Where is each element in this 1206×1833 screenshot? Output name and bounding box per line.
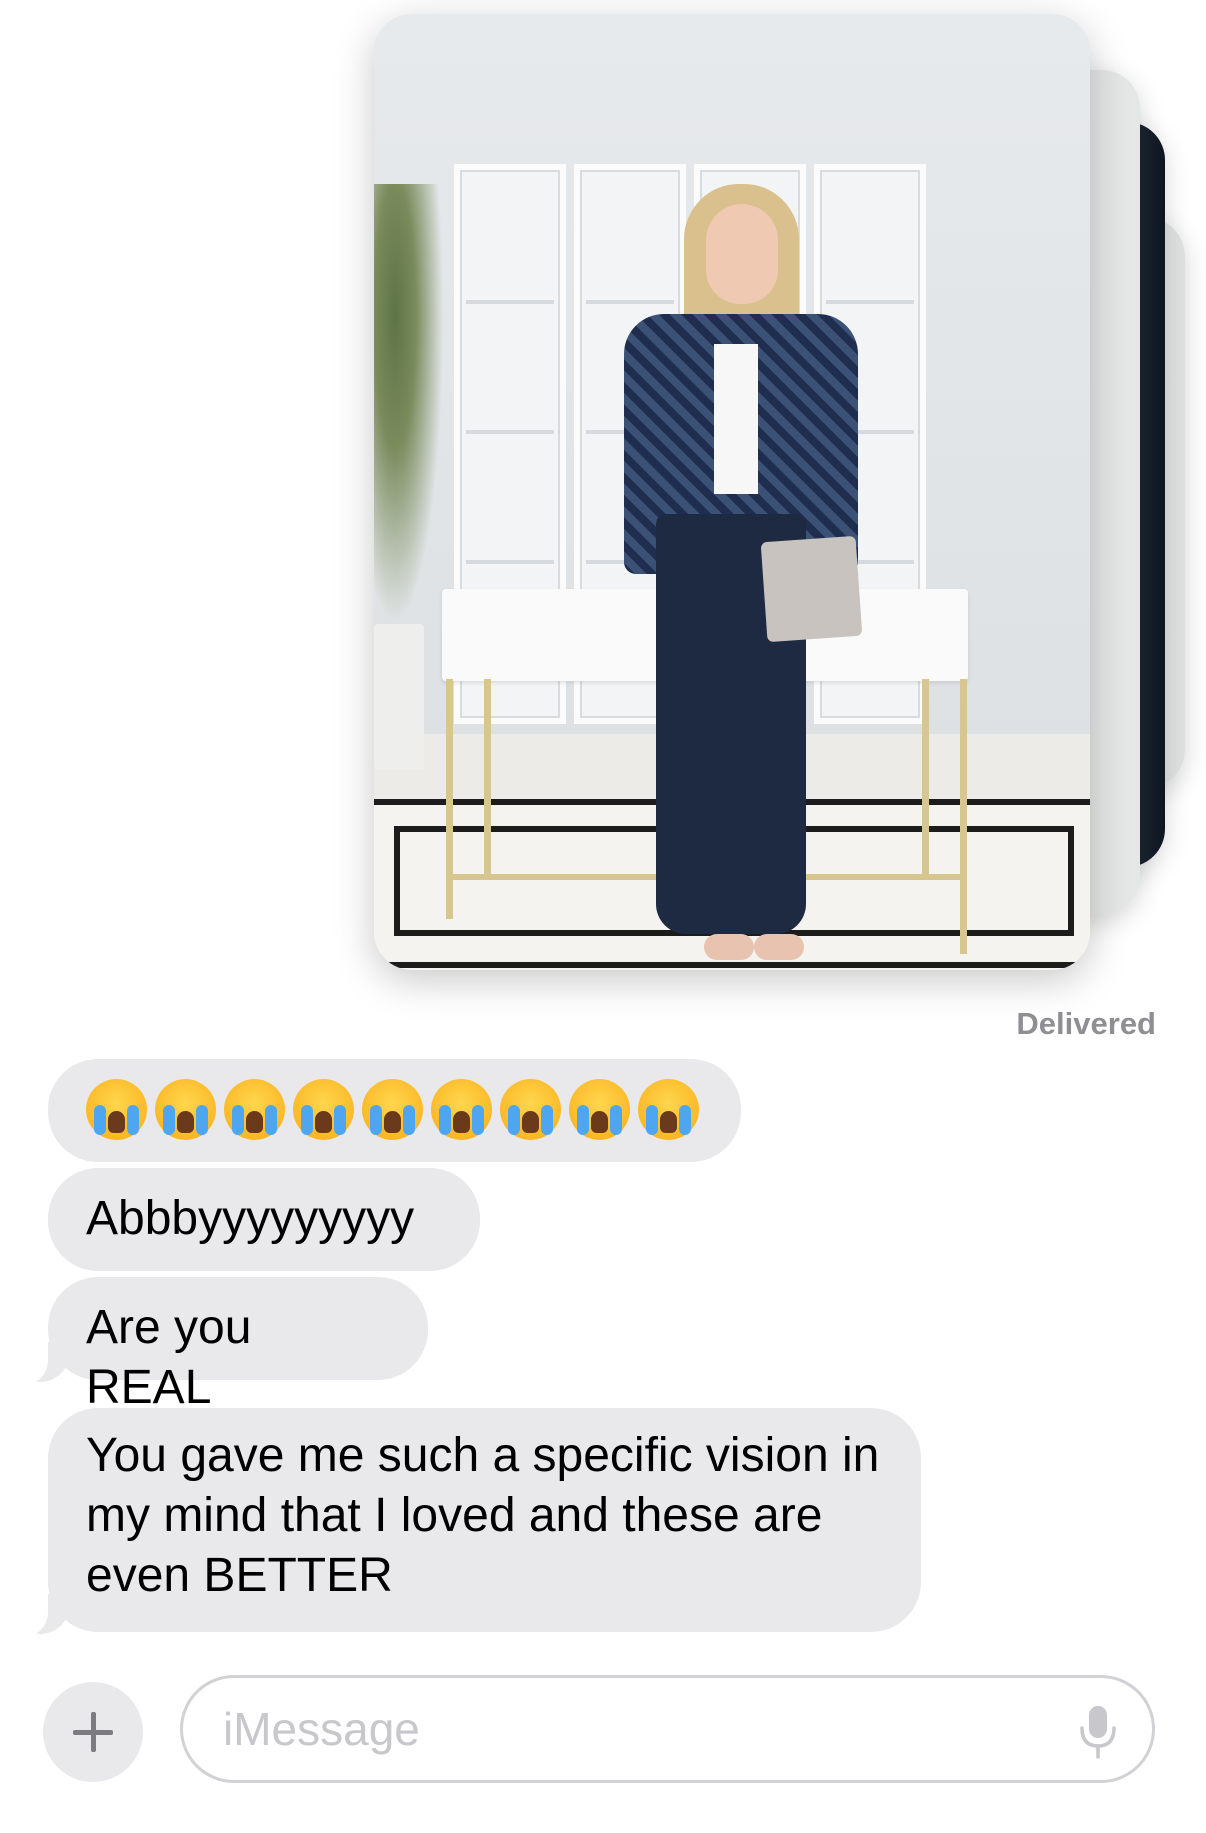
message-text: Are you REAL [86, 1301, 252, 1414]
loudly-crying-face-icon [638, 1079, 699, 1140]
delivered-status: Delivered [1016, 1006, 1156, 1041]
message-bubble-emoji[interactable] [48, 1059, 741, 1162]
loudly-crying-face-icon [500, 1079, 561, 1140]
loudly-crying-face-icon [431, 1079, 492, 1140]
loudly-crying-face-icon [569, 1079, 630, 1140]
photo-stack[interactable] [0, 0, 1206, 1000]
loudly-crying-face-icon [293, 1079, 354, 1140]
microphone-icon[interactable] [1078, 1704, 1118, 1760]
loudly-crying-face-icon [86, 1079, 147, 1140]
message-text: You gave me such a specific vision in my… [86, 1429, 880, 1602]
loudly-crying-face-icon [224, 1079, 285, 1140]
message-bubble[interactable]: You gave me such a specific vision in my… [48, 1408, 921, 1632]
loudly-crying-face-icon [155, 1079, 216, 1140]
messages-screen: Delivered Abbbyyyyyyyyy Are you REAL You… [0, 0, 1206, 1833]
crying-emoji-row [86, 1079, 699, 1140]
message-bubble[interactable]: Abbbyyyyyyyyy [48, 1168, 480, 1271]
message-text: Abbbyyyyyyyyy [86, 1192, 415, 1245]
plus-icon[interactable] [43, 1682, 143, 1782]
message-bubble[interactable]: Are you REAL [48, 1277, 428, 1414]
loudly-crying-face-icon [362, 1079, 423, 1140]
photo-scene [374, 14, 1090, 970]
imessage-placeholder: iMessage [223, 1703, 420, 1755]
imessage-input[interactable]: iMessage [180, 1675, 1155, 1783]
portrait-photo[interactable] [374, 14, 1090, 970]
